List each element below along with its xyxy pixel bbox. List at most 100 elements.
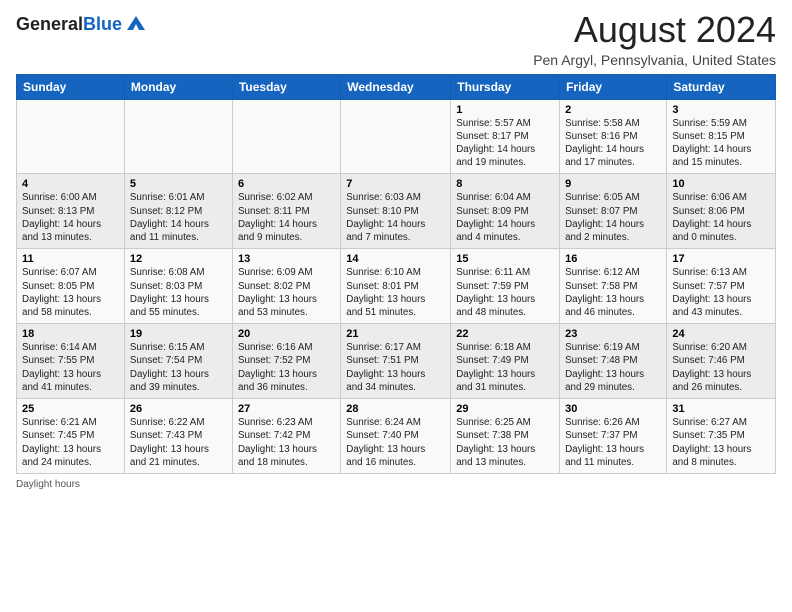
- day-of-week-header: Monday: [124, 74, 232, 99]
- calendar-cell: 12Sunrise: 6:08 AM Sunset: 8:03 PM Dayli…: [124, 249, 232, 324]
- day-info: Sunrise: 5:58 AM Sunset: 8:16 PM Dayligh…: [565, 117, 661, 170]
- calendar-week-row: 11Sunrise: 6:07 AM Sunset: 8:05 PM Dayli…: [17, 249, 776, 324]
- day-info: Sunrise: 6:07 AM Sunset: 8:05 PM Dayligh…: [22, 266, 119, 319]
- day-info: Sunrise: 6:05 AM Sunset: 8:07 PM Dayligh…: [565, 191, 661, 244]
- day-number: 7: [346, 178, 445, 190]
- day-number: 19: [130, 328, 227, 340]
- calendar-cell: 16Sunrise: 6:12 AM Sunset: 7:58 PM Dayli…: [560, 249, 667, 324]
- day-number: 26: [130, 403, 227, 415]
- day-info: Sunrise: 6:15 AM Sunset: 7:54 PM Dayligh…: [130, 341, 227, 394]
- day-number: 30: [565, 403, 661, 415]
- day-number: 21: [346, 328, 445, 340]
- day-number: 29: [456, 403, 554, 415]
- calendar-cell: 10Sunrise: 6:06 AM Sunset: 8:06 PM Dayli…: [667, 174, 776, 249]
- day-info: Sunrise: 6:00 AM Sunset: 8:13 PM Dayligh…: [22, 191, 119, 244]
- calendar-table: SundayMondayTuesdayWednesdayThursdayFrid…: [16, 74, 776, 474]
- day-of-week-header: Saturday: [667, 74, 776, 99]
- calendar-cell: [17, 99, 125, 174]
- calendar-cell: 21Sunrise: 6:17 AM Sunset: 7:51 PM Dayli…: [341, 324, 451, 399]
- day-info: Sunrise: 6:25 AM Sunset: 7:38 PM Dayligh…: [456, 416, 554, 469]
- page: GeneralBlue August 2024 Pen Argyl, Penns…: [0, 0, 792, 498]
- calendar-week-row: 25Sunrise: 6:21 AM Sunset: 7:45 PM Dayli…: [17, 399, 776, 474]
- day-info: Sunrise: 6:27 AM Sunset: 7:35 PM Dayligh…: [672, 416, 770, 469]
- calendar-week-row: 1Sunrise: 5:57 AM Sunset: 8:17 PM Daylig…: [17, 99, 776, 174]
- calendar-cell: 6Sunrise: 6:02 AM Sunset: 8:11 PM Daylig…: [232, 174, 340, 249]
- calendar-cell: [341, 99, 451, 174]
- day-info: Sunrise: 6:12 AM Sunset: 7:58 PM Dayligh…: [565, 266, 661, 319]
- day-number: 8: [456, 178, 554, 190]
- day-info: Sunrise: 6:04 AM Sunset: 8:09 PM Dayligh…: [456, 191, 554, 244]
- title-block: August 2024 Pen Argyl, Pennsylvania, Uni…: [533, 10, 776, 68]
- day-number: 23: [565, 328, 661, 340]
- calendar-cell: 26Sunrise: 6:22 AM Sunset: 7:43 PM Dayli…: [124, 399, 232, 474]
- day-info: Sunrise: 6:17 AM Sunset: 7:51 PM Dayligh…: [346, 341, 445, 394]
- logo-text: GeneralBlue: [16, 14, 147, 35]
- calendar-cell: 19Sunrise: 6:15 AM Sunset: 7:54 PM Dayli…: [124, 324, 232, 399]
- calendar-cell: 25Sunrise: 6:21 AM Sunset: 7:45 PM Dayli…: [17, 399, 125, 474]
- day-number: 5: [130, 178, 227, 190]
- subtitle: Pen Argyl, Pennsylvania, United States: [533, 52, 776, 68]
- day-number: 3: [672, 104, 770, 116]
- calendar-header-row: SundayMondayTuesdayWednesdayThursdayFrid…: [17, 74, 776, 99]
- calendar-cell: 23Sunrise: 6:19 AM Sunset: 7:48 PM Dayli…: [560, 324, 667, 399]
- day-info: Sunrise: 6:20 AM Sunset: 7:46 PM Dayligh…: [672, 341, 770, 394]
- day-number: 15: [456, 253, 554, 265]
- calendar-cell: 30Sunrise: 6:26 AM Sunset: 7:37 PM Dayli…: [560, 399, 667, 474]
- day-info: Sunrise: 6:08 AM Sunset: 8:03 PM Dayligh…: [130, 266, 227, 319]
- day-number: 9: [565, 178, 661, 190]
- calendar-cell: 14Sunrise: 6:10 AM Sunset: 8:01 PM Dayli…: [341, 249, 451, 324]
- day-info: Sunrise: 6:18 AM Sunset: 7:49 PM Dayligh…: [456, 341, 554, 394]
- day-info: Sunrise: 6:16 AM Sunset: 7:52 PM Dayligh…: [238, 341, 335, 394]
- day-number: 12: [130, 253, 227, 265]
- calendar-cell: 5Sunrise: 6:01 AM Sunset: 8:12 PM Daylig…: [124, 174, 232, 249]
- day-number: 31: [672, 403, 770, 415]
- calendar-cell: 24Sunrise: 6:20 AM Sunset: 7:46 PM Dayli…: [667, 324, 776, 399]
- calendar-cell: 2Sunrise: 5:58 AM Sunset: 8:16 PM Daylig…: [560, 99, 667, 174]
- calendar-cell: [124, 99, 232, 174]
- day-info: Sunrise: 6:06 AM Sunset: 8:06 PM Dayligh…: [672, 191, 770, 244]
- day-number: 2: [565, 104, 661, 116]
- calendar-cell: 7Sunrise: 6:03 AM Sunset: 8:10 PM Daylig…: [341, 174, 451, 249]
- day-number: 17: [672, 253, 770, 265]
- day-info: Sunrise: 5:59 AM Sunset: 8:15 PM Dayligh…: [672, 117, 770, 170]
- day-number: 1: [456, 104, 554, 116]
- calendar-cell: 8Sunrise: 6:04 AM Sunset: 8:09 PM Daylig…: [451, 174, 560, 249]
- day-of-week-header: Friday: [560, 74, 667, 99]
- day-number: 25: [22, 403, 119, 415]
- header: GeneralBlue August 2024 Pen Argyl, Penns…: [16, 10, 776, 68]
- calendar-cell: 9Sunrise: 6:05 AM Sunset: 8:07 PM Daylig…: [560, 174, 667, 249]
- main-title: August 2024: [533, 10, 776, 50]
- day-info: Sunrise: 6:10 AM Sunset: 8:01 PM Dayligh…: [346, 266, 445, 319]
- day-info: Sunrise: 5:57 AM Sunset: 8:17 PM Dayligh…: [456, 117, 554, 170]
- day-number: 24: [672, 328, 770, 340]
- day-info: Sunrise: 6:24 AM Sunset: 7:40 PM Dayligh…: [346, 416, 445, 469]
- calendar-cell: 31Sunrise: 6:27 AM Sunset: 7:35 PM Dayli…: [667, 399, 776, 474]
- day-info: Sunrise: 6:23 AM Sunset: 7:42 PM Dayligh…: [238, 416, 335, 469]
- day-number: 22: [456, 328, 554, 340]
- day-number: 16: [565, 253, 661, 265]
- calendar-cell: 27Sunrise: 6:23 AM Sunset: 7:42 PM Dayli…: [232, 399, 340, 474]
- calendar-cell: 28Sunrise: 6:24 AM Sunset: 7:40 PM Dayli…: [341, 399, 451, 474]
- day-number: 13: [238, 253, 335, 265]
- day-number: 4: [22, 178, 119, 190]
- day-info: Sunrise: 6:26 AM Sunset: 7:37 PM Dayligh…: [565, 416, 661, 469]
- calendar-cell: 29Sunrise: 6:25 AM Sunset: 7:38 PM Dayli…: [451, 399, 560, 474]
- calendar-cell: 1Sunrise: 5:57 AM Sunset: 8:17 PM Daylig…: [451, 99, 560, 174]
- logo-wordmark: GeneralBlue: [16, 14, 122, 35]
- day-number: 11: [22, 253, 119, 265]
- day-info: Sunrise: 6:11 AM Sunset: 7:59 PM Dayligh…: [456, 266, 554, 319]
- calendar-cell: 15Sunrise: 6:11 AM Sunset: 7:59 PM Dayli…: [451, 249, 560, 324]
- day-of-week-header: Thursday: [451, 74, 560, 99]
- calendar-cell: 17Sunrise: 6:13 AM Sunset: 7:57 PM Dayli…: [667, 249, 776, 324]
- calendar-cell: 13Sunrise: 6:09 AM Sunset: 8:02 PM Dayli…: [232, 249, 340, 324]
- day-info: Sunrise: 6:21 AM Sunset: 7:45 PM Dayligh…: [22, 416, 119, 469]
- footer-note: Daylight hours: [16, 479, 776, 490]
- calendar-week-row: 4Sunrise: 6:00 AM Sunset: 8:13 PM Daylig…: [17, 174, 776, 249]
- calendar-cell: 20Sunrise: 6:16 AM Sunset: 7:52 PM Dayli…: [232, 324, 340, 399]
- calendar-cell: 18Sunrise: 6:14 AM Sunset: 7:55 PM Dayli…: [17, 324, 125, 399]
- calendar-cell: 3Sunrise: 5:59 AM Sunset: 8:15 PM Daylig…: [667, 99, 776, 174]
- day-of-week-header: Wednesday: [341, 74, 451, 99]
- day-number: 27: [238, 403, 335, 415]
- day-number: 18: [22, 328, 119, 340]
- day-info: Sunrise: 6:03 AM Sunset: 8:10 PM Dayligh…: [346, 191, 445, 244]
